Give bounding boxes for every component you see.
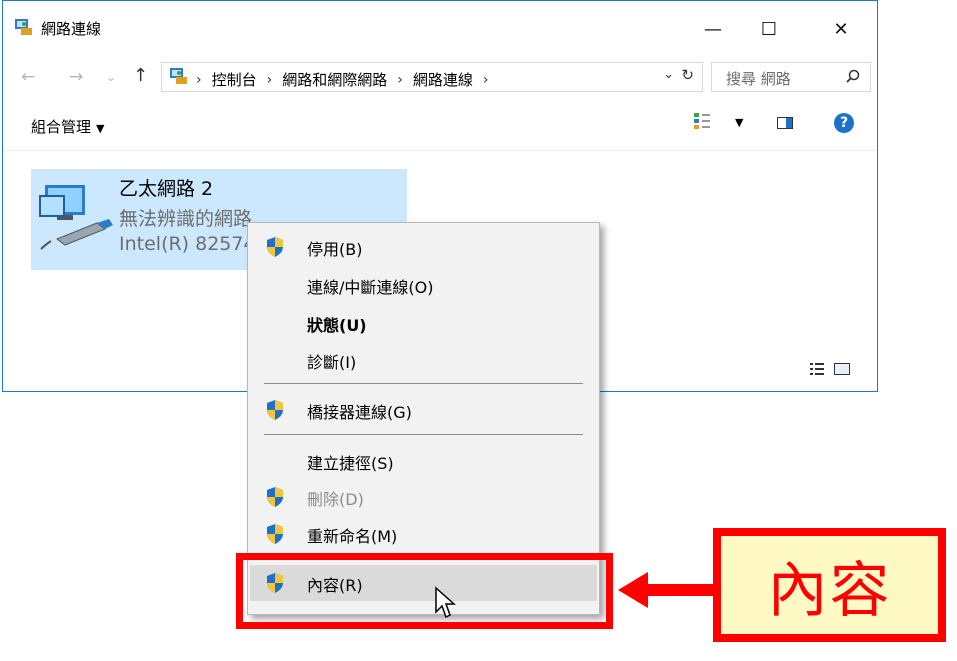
menu-item-diagnose[interactable]: 診斷(I): [250, 342, 597, 378]
uac-shield-icon: [267, 524, 283, 544]
menu-item-connect-disconnect[interactable]: 連線/中斷連線(O): [250, 267, 597, 303]
address-bar[interactable]: › 控制台 › 網路和網際網路 › 網路連線 › ⌄ ↻: [161, 62, 703, 92]
breadcrumb: › 控制台 › 網路和網際網路 › 網路連線 ›: [196, 69, 488, 90]
properties-highlight-box: [236, 553, 613, 629]
menu-item-label: 建立捷徑(S): [307, 454, 394, 473]
menu-item-delete: 刪除(D): [250, 479, 597, 515]
title-bar: 網路連線 — ☐ ✕: [3, 1, 877, 57]
change-view-icon[interactable]: [693, 112, 711, 130]
maximize-button[interactable]: ☐: [749, 11, 789, 47]
organize-button[interactable]: 組合管理 ▼: [31, 116, 104, 137]
menu-separator: [264, 383, 583, 384]
callout-label: 內容: [767, 555, 892, 626]
forward-arrow-icon[interactable]: →: [69, 67, 83, 87]
menu-item-label: 連線/中斷連線(O): [307, 278, 434, 297]
minimize-button[interactable]: —: [693, 11, 733, 47]
breadcrumb-network-connections[interactable]: 網路連線: [413, 69, 473, 90]
menu-item-label: 重新命名(M): [307, 527, 398, 546]
callout-box: 內容: [713, 528, 946, 642]
menu-separator: [264, 434, 583, 435]
breadcrumb-separator[interactable]: ›: [267, 72, 273, 88]
network-connections-icon: [15, 19, 32, 35]
menu-item-label: 刪除(D): [307, 490, 364, 509]
breadcrumb-separator[interactable]: ›: [397, 72, 403, 88]
search-placeholder: 搜尋 網路: [726, 70, 791, 88]
view-toggle: [810, 363, 850, 375]
back-arrow-icon[interactable]: ←: [21, 67, 35, 87]
ethernet-adapter-icon: [39, 185, 113, 250]
window-title: 網路連線: [41, 20, 102, 38]
command-bar: 組合管理 ▼ ▼ ?: [3, 98, 877, 151]
menu-item-label: 橋接器連線(G): [307, 403, 412, 422]
help-icon[interactable]: ?: [834, 113, 854, 133]
menu-item-create-shortcut[interactable]: 建立捷徑(S): [250, 443, 597, 479]
preview-pane-icon[interactable]: [777, 117, 793, 129]
close-button[interactable]: ✕: [821, 11, 861, 47]
breadcrumb-separator[interactable]: ›: [483, 72, 489, 88]
menu-item-label: 診斷(I): [307, 353, 357, 372]
organize-label: 組合管理: [31, 118, 92, 136]
connection-status: 無法辨識的網路: [119, 208, 253, 230]
connection-name: 乙太網路 2: [119, 178, 214, 200]
view-options-chevron-icon[interactable]: ▼: [735, 116, 743, 129]
menu-item-rename[interactable]: 重新命名(M): [250, 516, 597, 552]
recent-locations-icon[interactable]: ⌄: [106, 70, 116, 84]
menu-item-bridge-connections[interactable]: 橋接器連線(G): [250, 392, 597, 428]
menu-item-status[interactable]: 狀態(U): [250, 305, 597, 341]
uac-shield-icon: [267, 237, 283, 257]
address-dropdown-icon[interactable]: ⌄: [663, 67, 674, 82]
menu-item-label: 停用(B): [307, 240, 363, 259]
search-input[interactable]: 搜尋 網路: [711, 62, 871, 92]
breadcrumb-control-panel[interactable]: 控制台: [212, 69, 257, 90]
large-icons-view-icon[interactable]: [834, 363, 850, 375]
uac-shield-icon: [267, 400, 283, 420]
details-view-icon[interactable]: [810, 363, 824, 375]
menu-item-disable[interactable]: 停用(B): [250, 229, 597, 265]
control-panel-icon: [170, 68, 187, 84]
up-arrow-icon[interactable]: ↑: [133, 65, 148, 86]
search-icon[interactable]: [846, 69, 860, 83]
breadcrumb-separator[interactable]: ›: [196, 72, 202, 88]
breadcrumb-network-internet[interactable]: 網路和網際網路: [282, 69, 387, 90]
chevron-down-icon: ▼: [96, 122, 105, 135]
menu-item-label: 狀態(U): [307, 316, 367, 335]
refresh-icon[interactable]: ↻: [681, 66, 694, 84]
navigation-bar: ← → ⌄ ↑ › 控制台 › 網路和網際網路 › 網路連線 › ⌄ ↻ 搜尋 …: [3, 58, 877, 96]
uac-shield-icon: [267, 487, 283, 507]
adapter-name: Intel(R) 82574L: [119, 233, 267, 255]
